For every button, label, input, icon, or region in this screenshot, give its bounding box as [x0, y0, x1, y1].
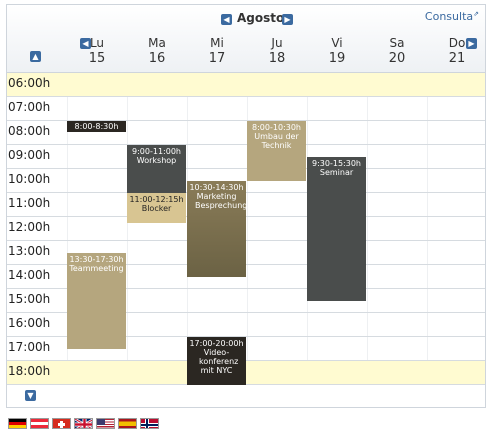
- spanish-flag-icon[interactable]: [118, 418, 137, 429]
- hour-row[interactable]: 09:00h: [7, 145, 485, 169]
- arrow-right-icon[interactable]: ▶: [282, 14, 293, 25]
- calendar-event[interactable]: 8:00-10:30h Umbau der Technik: [247, 121, 306, 181]
- day-header: Lu 15: [88, 36, 106, 66]
- day-header: Mi 17: [208, 36, 226, 66]
- hour-row[interactable]: 07:00h: [7, 97, 485, 121]
- calendar-header: ◀ Agosto ▶ Consulta⇗ ▲ ◀ ▶ Lu 15 Ma 16 Mi 1…: [7, 5, 485, 73]
- calendar-event[interactable]: 8:00-8:30h: [67, 121, 126, 132]
- day-header: Ma 16: [148, 36, 166, 66]
- calendar-event[interactable]: 9:30-15:30h Seminar: [307, 157, 366, 301]
- german-flag-icon[interactable]: [8, 418, 27, 429]
- us-flag-icon[interactable]: [96, 418, 115, 429]
- arrow-up-icon[interactable]: ▲: [30, 51, 41, 62]
- arrow-left-icon[interactable]: ◀: [221, 14, 232, 25]
- calendar-event[interactable]: 17:00-20:00h Video-konferenz mit NYC: [187, 337, 246, 385]
- norwegian-flag-icon[interactable]: [140, 418, 159, 429]
- consult-link[interactable]: Consulta⇗: [425, 10, 479, 23]
- calendar-event[interactable]: 9:00-11:00h Workshop: [127, 145, 186, 193]
- calendar: ◀ Agosto ▶ Consulta⇗ ▲ ◀ ▶ Lu 15 Ma 16 Mi 1…: [6, 4, 486, 408]
- austrian-flag-icon[interactable]: [30, 418, 49, 429]
- hour-row[interactable]: 10:00h: [7, 169, 485, 193]
- swiss-flag-icon[interactable]: [52, 418, 71, 429]
- day-header: Sa 20: [388, 36, 406, 66]
- hour-row[interactable]: 18:00h: [7, 361, 485, 385]
- arrow-down-icon[interactable]: ▼: [25, 390, 36, 401]
- calendar-event[interactable]: 11:00-12:15h Blocker: [127, 193, 186, 223]
- external-link-icon: ⇗: [473, 10, 479, 18]
- calendar-event[interactable]: 13:30-17:30h Teammeeting: [67, 253, 126, 349]
- uk-flag-icon[interactable]: [74, 418, 93, 429]
- hour-row[interactable]: 11:00h: [7, 193, 485, 217]
- hour-row[interactable]: 06:00h: [7, 73, 485, 97]
- calendar-footer: ▼: [7, 385, 485, 407]
- day-header: Do 21: [448, 36, 466, 66]
- day-header: Vi 19: [328, 36, 346, 66]
- hour-row[interactable]: 12:00h: [7, 217, 485, 241]
- day-header: Ju 18: [268, 36, 286, 66]
- month-title: Agosto: [237, 11, 285, 25]
- calendar-event[interactable]: 10:30-14:30h Marketing Besprechung: [187, 181, 246, 277]
